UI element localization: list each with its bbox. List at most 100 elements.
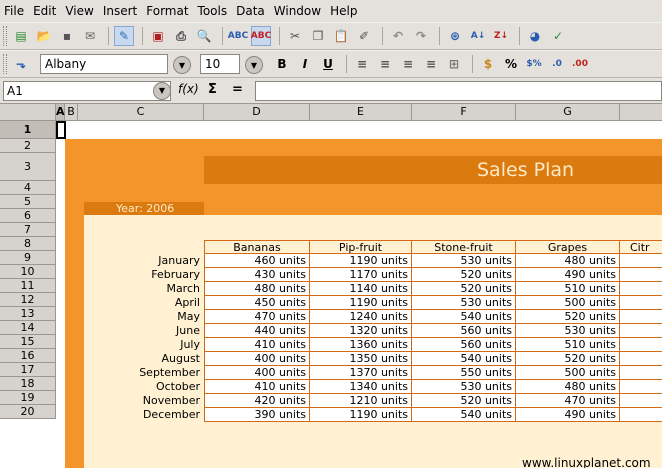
- table-cell[interactable]: 1340 units: [310, 380, 412, 394]
- align-center-icon[interactable]: ≡: [375, 54, 395, 74]
- percent-format-icon[interactable]: %: [501, 54, 521, 74]
- row-header[interactable]: 16: [0, 349, 56, 363]
- row-header[interactable]: 2: [0, 139, 56, 153]
- font-name-box[interactable]: Albany ▼: [40, 54, 191, 74]
- table-cell[interactable]: [620, 380, 662, 394]
- table-cell[interactable]: [620, 352, 662, 366]
- table-cell[interactable]: 540 units: [412, 408, 516, 422]
- table-cell[interactable]: 430 units: [204, 268, 310, 282]
- row-header[interactable]: 17: [0, 363, 56, 377]
- table-cell[interactable]: 400 units: [204, 352, 310, 366]
- autospellcheck-icon[interactable]: ABC: [251, 26, 271, 46]
- menu-data[interactable]: Data: [236, 4, 265, 18]
- italic-icon[interactable]: I: [295, 54, 315, 74]
- table-cell[interactable]: 410 units: [204, 338, 310, 352]
- sort-ascending-icon[interactable]: A↓: [468, 26, 488, 46]
- email-icon[interactable]: ✉: [80, 26, 100, 46]
- print-icon[interactable]: ⎙: [171, 26, 191, 46]
- row-header[interactable]: 7: [0, 223, 56, 237]
- function-icon[interactable]: =: [232, 82, 243, 97]
- align-right-icon[interactable]: ≡: [398, 54, 418, 74]
- table-cell[interactable]: 440 units: [204, 324, 310, 338]
- cut-icon[interactable]: ✂: [285, 26, 305, 46]
- row-header[interactable]: 10: [0, 265, 56, 279]
- row-header[interactable]: 8: [0, 237, 56, 251]
- function-wizard-icon[interactable]: f(x): [178, 82, 199, 96]
- bold-icon[interactable]: B: [272, 54, 292, 74]
- table-cell[interactable]: 480 units: [204, 282, 310, 296]
- copy-icon[interactable]: ❐: [308, 26, 328, 46]
- table-cell[interactable]: 1370 units: [310, 366, 412, 380]
- column-header-b[interactable]: B: [65, 104, 78, 121]
- table-cell[interactable]: 480 units: [516, 380, 620, 394]
- table-cell[interactable]: 540 units: [412, 310, 516, 324]
- table-cell[interactable]: 520 units: [516, 310, 620, 324]
- table-cell[interactable]: 520 units: [412, 282, 516, 296]
- table-cell[interactable]: [620, 268, 662, 282]
- chevron-down-icon[interactable]: ▼: [245, 56, 263, 74]
- chevron-down-icon[interactable]: ▼: [173, 56, 191, 74]
- sum-icon[interactable]: Σ: [208, 82, 217, 97]
- table-cell[interactable]: [620, 338, 662, 352]
- table-cell[interactable]: 1190 units: [310, 296, 412, 310]
- table-cell[interactable]: 500 units: [516, 366, 620, 380]
- row-header[interactable]: 4: [0, 181, 56, 195]
- table-cell[interactable]: 1190 units: [310, 408, 412, 422]
- menu-format[interactable]: Format: [146, 4, 188, 18]
- row-header[interactable]: 11: [0, 279, 56, 293]
- table-cell[interactable]: 560 units: [412, 338, 516, 352]
- row-header[interactable]: 13: [0, 307, 56, 321]
- toolbar-grip[interactable]: [3, 54, 7, 74]
- table-cell[interactable]: 450 units: [204, 296, 310, 310]
- paste-icon[interactable]: 📋: [331, 26, 351, 46]
- row-header[interactable]: 5: [0, 195, 56, 209]
- row-header[interactable]: 12: [0, 293, 56, 307]
- table-cell[interactable]: 510 units: [516, 338, 620, 352]
- table-cell[interactable]: 530 units: [412, 380, 516, 394]
- table-cell[interactable]: 530 units: [412, 254, 516, 268]
- table-cell[interactable]: [620, 310, 662, 324]
- justify-icon[interactable]: ≡: [421, 54, 441, 74]
- table-cell[interactable]: 520 units: [412, 394, 516, 408]
- menu-tools[interactable]: Tools: [198, 4, 228, 18]
- table-cell[interactable]: 1360 units: [310, 338, 412, 352]
- draw-functions-icon[interactable]: ✓: [548, 26, 568, 46]
- column-header-a[interactable]: A: [56, 104, 65, 121]
- table-cell[interactable]: [620, 366, 662, 380]
- column-header-d[interactable]: D: [204, 104, 310, 121]
- edit-file-icon[interactable]: ✎: [114, 26, 134, 46]
- column-header-c[interactable]: C: [78, 104, 204, 121]
- font-size-box[interactable]: 10 ▼: [200, 54, 263, 74]
- open-folder-icon[interactable]: 📂: [34, 26, 54, 46]
- table-cell[interactable]: 470 units: [516, 394, 620, 408]
- underline-icon[interactable]: U: [318, 54, 338, 74]
- column-header-f[interactable]: F: [412, 104, 516, 121]
- styles-icon[interactable]: ⬎: [11, 54, 31, 74]
- table-cell[interactable]: 410 units: [204, 380, 310, 394]
- save-icon[interactable]: ▪: [57, 26, 77, 46]
- menu-help[interactable]: Help: [330, 4, 357, 18]
- menu-insert[interactable]: Insert: [103, 4, 137, 18]
- table-cell[interactable]: 460 units: [204, 254, 310, 268]
- menu-view[interactable]: View: [65, 4, 93, 18]
- chart-icon[interactable]: ◕: [525, 26, 545, 46]
- row-header[interactable]: 9: [0, 251, 56, 265]
- table-cell[interactable]: 530 units: [412, 296, 516, 310]
- sort-descending-icon[interactable]: Z↓: [491, 26, 511, 46]
- table-cell[interactable]: 1190 units: [310, 254, 412, 268]
- menu-window[interactable]: Window: [274, 4, 321, 18]
- table-cell[interactable]: 420 units: [204, 394, 310, 408]
- row-header[interactable]: 6: [0, 209, 56, 223]
- select-all-corner[interactable]: [0, 104, 56, 121]
- table-cell[interactable]: 540 units: [412, 352, 516, 366]
- table-cell[interactable]: 1320 units: [310, 324, 412, 338]
- row-header[interactable]: 14: [0, 321, 56, 335]
- table-cell[interactable]: 470 units: [204, 310, 310, 324]
- formula-input[interactable]: [255, 81, 662, 101]
- table-cell[interactable]: 560 units: [412, 324, 516, 338]
- table-cell[interactable]: 1350 units: [310, 352, 412, 366]
- column-header-h[interactable]: [620, 104, 662, 121]
- column-header-g[interactable]: G: [516, 104, 620, 121]
- redo-icon[interactable]: ↷: [411, 26, 431, 46]
- row-header[interactable]: 1: [0, 121, 56, 139]
